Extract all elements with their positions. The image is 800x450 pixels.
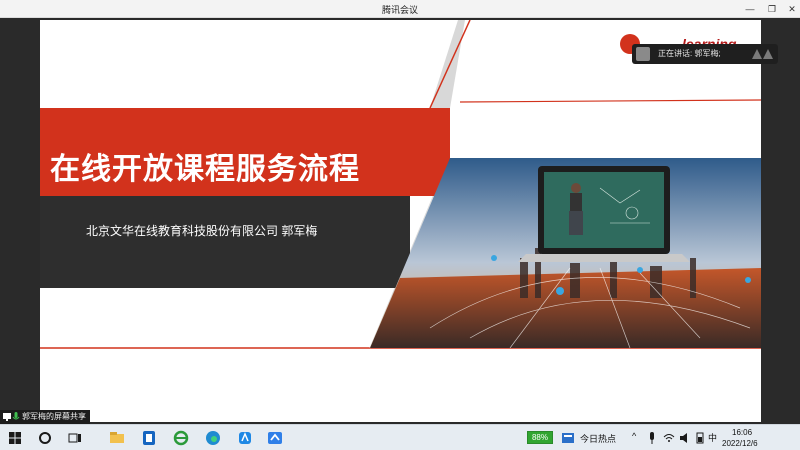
search-icon[interactable] bbox=[36, 429, 54, 447]
maximize-button[interactable]: ❐ bbox=[764, 2, 780, 16]
window-titlebar: 腾讯会议 — ❐ ✕ bbox=[0, 0, 800, 18]
start-icon[interactable] bbox=[6, 429, 24, 447]
speaking-text: 正在讲话: 郭军梅; bbox=[658, 49, 721, 58]
ime-indicator[interactable]: 中 bbox=[708, 431, 717, 444]
microphone-icon bbox=[12, 412, 20, 420]
chevron-up-icon[interactable]: ^ bbox=[632, 431, 636, 441]
speaker-avatar bbox=[636, 47, 650, 61]
speaking-indicator: 正在讲话: 郭军梅; bbox=[632, 44, 778, 64]
window-title: 腾讯会议 bbox=[381, 5, 418, 15]
presentation-slide: 在线开放课程服务流程 北京文华在线教育科技股份有限公司 郭军梅 learning bbox=[40, 20, 761, 422]
minimize-button[interactable]: — bbox=[742, 2, 758, 16]
volume-icon[interactable] bbox=[678, 429, 692, 447]
battery-indicator[interactable]: 88% bbox=[527, 431, 553, 444]
clock-date[interactable]: 2022/12/6 bbox=[722, 439, 758, 448]
close-button[interactable]: ✕ bbox=[784, 2, 800, 16]
monitor-icon bbox=[3, 413, 11, 421]
subtitle-band bbox=[40, 196, 410, 288]
audio-wave-icon bbox=[752, 49, 773, 59]
laptop-city-image bbox=[370, 158, 761, 348]
news-icon[interactable] bbox=[560, 429, 576, 447]
wifi-icon[interactable] bbox=[662, 429, 676, 447]
clock-time[interactable]: 16:06 bbox=[732, 428, 752, 437]
slide-subtitle: 北京文华在线教育科技股份有限公司 郭军梅 bbox=[86, 224, 318, 238]
ie-browser-icon[interactable] bbox=[172, 429, 190, 447]
taskbar: 88% 今日热点 ^ 中 16:06 2022/12/6 bbox=[0, 424, 800, 450]
slide-title: 在线开放课程服务流程 bbox=[50, 153, 360, 186]
news-label[interactable]: 今日热点 bbox=[580, 432, 616, 445]
blue-app-2-icon[interactable] bbox=[236, 429, 254, 447]
microphone-tray-icon[interactable] bbox=[646, 429, 658, 447]
screen-share-label[interactable]: 郭军梅的屏幕共享 bbox=[0, 410, 90, 424]
share-label-text: 郭军梅的屏幕共享 bbox=[22, 412, 86, 421]
task-view-icon[interactable] bbox=[66, 429, 84, 447]
blue-app-icon[interactable] bbox=[140, 429, 158, 447]
shared-screen-area: 在线开放课程服务流程 北京文华在线教育科技股份有限公司 郭军梅 learning bbox=[0, 18, 800, 424]
tencent-meeting-icon[interactable] bbox=[266, 429, 284, 447]
file-explorer-icon[interactable] bbox=[108, 429, 126, 447]
edge-browser-icon[interactable] bbox=[204, 429, 222, 447]
battery-tray-icon[interactable] bbox=[694, 429, 706, 447]
